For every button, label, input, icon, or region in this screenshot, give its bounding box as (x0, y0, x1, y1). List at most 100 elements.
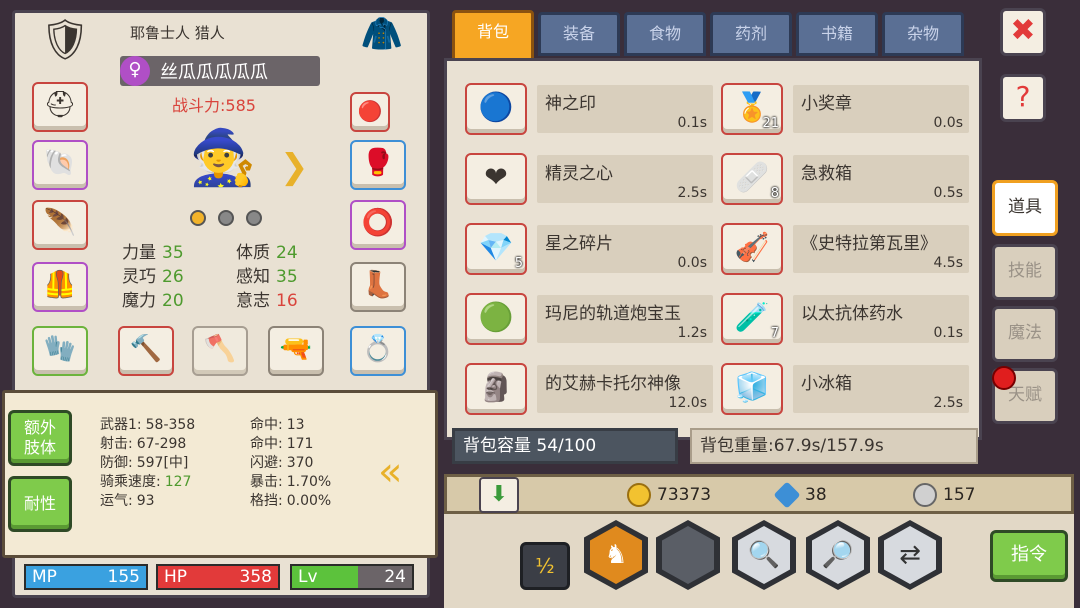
item-name: 的艾赫卡托尔神像 (545, 374, 681, 394)
silver-coin-icon (913, 483, 937, 507)
attribute-value: 370 (286, 455, 314, 471)
tab-5[interactable]: 杂物 (882, 12, 964, 56)
firstaid-icon: 🩹 (734, 160, 770, 194)
command-button[interactable]: 指令 (990, 530, 1068, 582)
diamond-icon (773, 481, 801, 509)
attribute-value: 0.00% (286, 493, 332, 509)
attribute-row: 武器1: 58-358 (100, 414, 195, 434)
tab-2[interactable]: 食物 (624, 12, 706, 56)
bag-item[interactable]: 🗿 的艾赫卡托尔神像 12.0s (465, 359, 715, 421)
attribute-value: 127 (164, 474, 192, 490)
empty-icon (662, 526, 714, 584)
side-tab-0[interactable]: 道具 (992, 180, 1058, 236)
attribute-row: 闪避: 370 (250, 452, 313, 472)
attribute-value: 13 (286, 417, 305, 433)
slot-ranged[interactable]: 🔫 (268, 326, 324, 376)
tab-1[interactable]: 装备 (538, 12, 620, 56)
page-dot[interactable] (246, 210, 262, 226)
item-weight: 1.2s (677, 325, 707, 341)
bag-grid: 🔵 神之印 0.1s 🏅 21 小奖章 0.0s ❤ 精灵之心 2.5s 🩹 8 急救箱 0.5s 💎 5 星之… (444, 58, 982, 440)
slot-weapon-1[interactable]: 🔨 (118, 326, 174, 376)
item-slot[interactable]: 🧪 7 (721, 293, 783, 345)
item-weight: 2.5s (933, 395, 963, 411)
side-tab-2[interactable]: 魔法 (992, 306, 1058, 362)
item-weight: 0.1s (677, 115, 707, 131)
tab-4[interactable]: 书籍 (796, 12, 878, 56)
split-icon[interactable]: ½ (520, 542, 570, 590)
slot-head[interactable]: ⛑ (32, 82, 88, 132)
shell-icon: 🐚 (43, 148, 77, 179)
item-slot[interactable]: 🧊 (721, 363, 783, 415)
item-slot[interactable]: 🏅 21 (721, 83, 783, 135)
bag-item[interactable]: 🎻 《史特拉第瓦里》 4.5s (721, 219, 971, 281)
item-slot[interactable]: 🟢 (465, 293, 527, 345)
bag-item[interactable]: 🏅 21 小奖章 0.0s (721, 79, 971, 141)
item-slot[interactable]: 🔵 (465, 83, 527, 135)
attribute-label: 骑乘速度: (100, 474, 161, 490)
gem-count: 38 (773, 481, 827, 509)
female-icon: ♀ (120, 56, 150, 86)
bag-item[interactable]: 🧪 7 以太抗体药水 0.1s (721, 289, 971, 351)
axe-icon: 🪓 (203, 334, 237, 365)
item-name: 精灵之心 (545, 164, 613, 184)
slot-neck[interactable]: 🐚 (32, 140, 88, 190)
item-slot[interactable]: 🗿 (465, 363, 527, 415)
page-dot-active[interactable] (190, 210, 206, 226)
item-name: 神之印 (545, 94, 596, 114)
attribute-value: 171 (286, 436, 314, 452)
helmet-icon: ⛑ (43, 90, 77, 121)
hanger-icon[interactable]: 🧥 (344, 14, 420, 64)
extra-limbs-button[interactable]: 额外 肢体 (8, 410, 72, 466)
slot-waist[interactable]: ⭕ (350, 200, 406, 250)
attribute-row: 暴击: 1.70% (250, 471, 331, 491)
slot-body[interactable]: 🦺 (32, 262, 88, 312)
item-slot[interactable]: 💎 5 (465, 223, 527, 275)
bag-item[interactable]: ❤ 精灵之心 2.5s (465, 149, 715, 211)
attribute-label: 命中: (250, 436, 283, 452)
resistance-button[interactable]: 耐性 (8, 476, 72, 532)
slot-ammo[interactable]: 💍 (350, 326, 406, 376)
item-name: 以太抗体药水 (801, 304, 903, 324)
gem-icon: 🟢 (478, 300, 514, 334)
slot-hand[interactable]: 🥊 (350, 140, 406, 190)
side-tab-1[interactable]: 技能 (992, 244, 1058, 300)
tab-3[interactable]: 药剂 (710, 12, 792, 56)
item-slot[interactable]: ❤ (465, 153, 527, 205)
help-icon[interactable]: ? (1000, 74, 1046, 122)
slot-back[interactable]: 🪶 (32, 200, 88, 250)
slot-rune[interactable]: 🔴 (350, 92, 390, 132)
close-icon[interactable]: ✖ (1000, 8, 1046, 56)
bag-item[interactable]: 💎 5 星之碎片 0.0s (465, 219, 715, 281)
bag-item[interactable]: 🩹 8 急救箱 0.5s (721, 149, 971, 211)
tab-0[interactable]: 背包 (452, 10, 534, 64)
bag-capacity: 背包容量 54/100 (452, 428, 678, 464)
attribute-row: 防御: 597[中] (100, 452, 188, 472)
combat-power: 战斗力:585 (172, 96, 256, 115)
attribute-label: 格挡: (250, 493, 283, 509)
item-weight: 2.5s (677, 185, 707, 201)
slot-weapon-2[interactable]: 🪓 (192, 326, 248, 376)
currency-bar: ⬇ 73373 38 157 (444, 474, 1074, 514)
attribute-label: 射击: (100, 436, 133, 452)
attribute-value: 597[中] (136, 455, 189, 471)
bag-item[interactable]: 🧊 小冰箱 2.5s (721, 359, 971, 421)
attribute-value: 1.70% (286, 474, 332, 490)
item-weight: 0.1s (933, 325, 963, 341)
item-slot[interactable]: 🩹 8 (721, 153, 783, 205)
download-icon[interactable]: ⬇ (479, 477, 519, 513)
collapse-arrow-icon[interactable]: « (378, 452, 402, 492)
guild-crest-icon[interactable]: 🛡 (30, 16, 100, 76)
heart-icon: ❤ (484, 160, 508, 194)
slot-feet[interactable]: 👢 (350, 262, 406, 312)
page-dot[interactable] (218, 210, 234, 226)
bag-weight: 背包重量:67.9s/157.9s (690, 428, 978, 464)
item-name: 小冰箱 (801, 374, 852, 394)
slot-arm[interactable]: 🧤 (32, 326, 88, 376)
gauntlet-icon: 🧤 (43, 334, 77, 365)
next-arrow-icon[interactable]: ❯ (280, 150, 309, 184)
stat-dexterity: 灵巧 26 (122, 267, 184, 287)
bag-item[interactable]: 🔵 神之印 0.1s (465, 79, 715, 141)
attribute-row: 射击: 67-298 (100, 433, 186, 453)
item-slot[interactable]: 🎻 (721, 223, 783, 275)
bag-item[interactable]: 🟢 玛尼的轨道炮宝玉 1.2s (465, 289, 715, 351)
